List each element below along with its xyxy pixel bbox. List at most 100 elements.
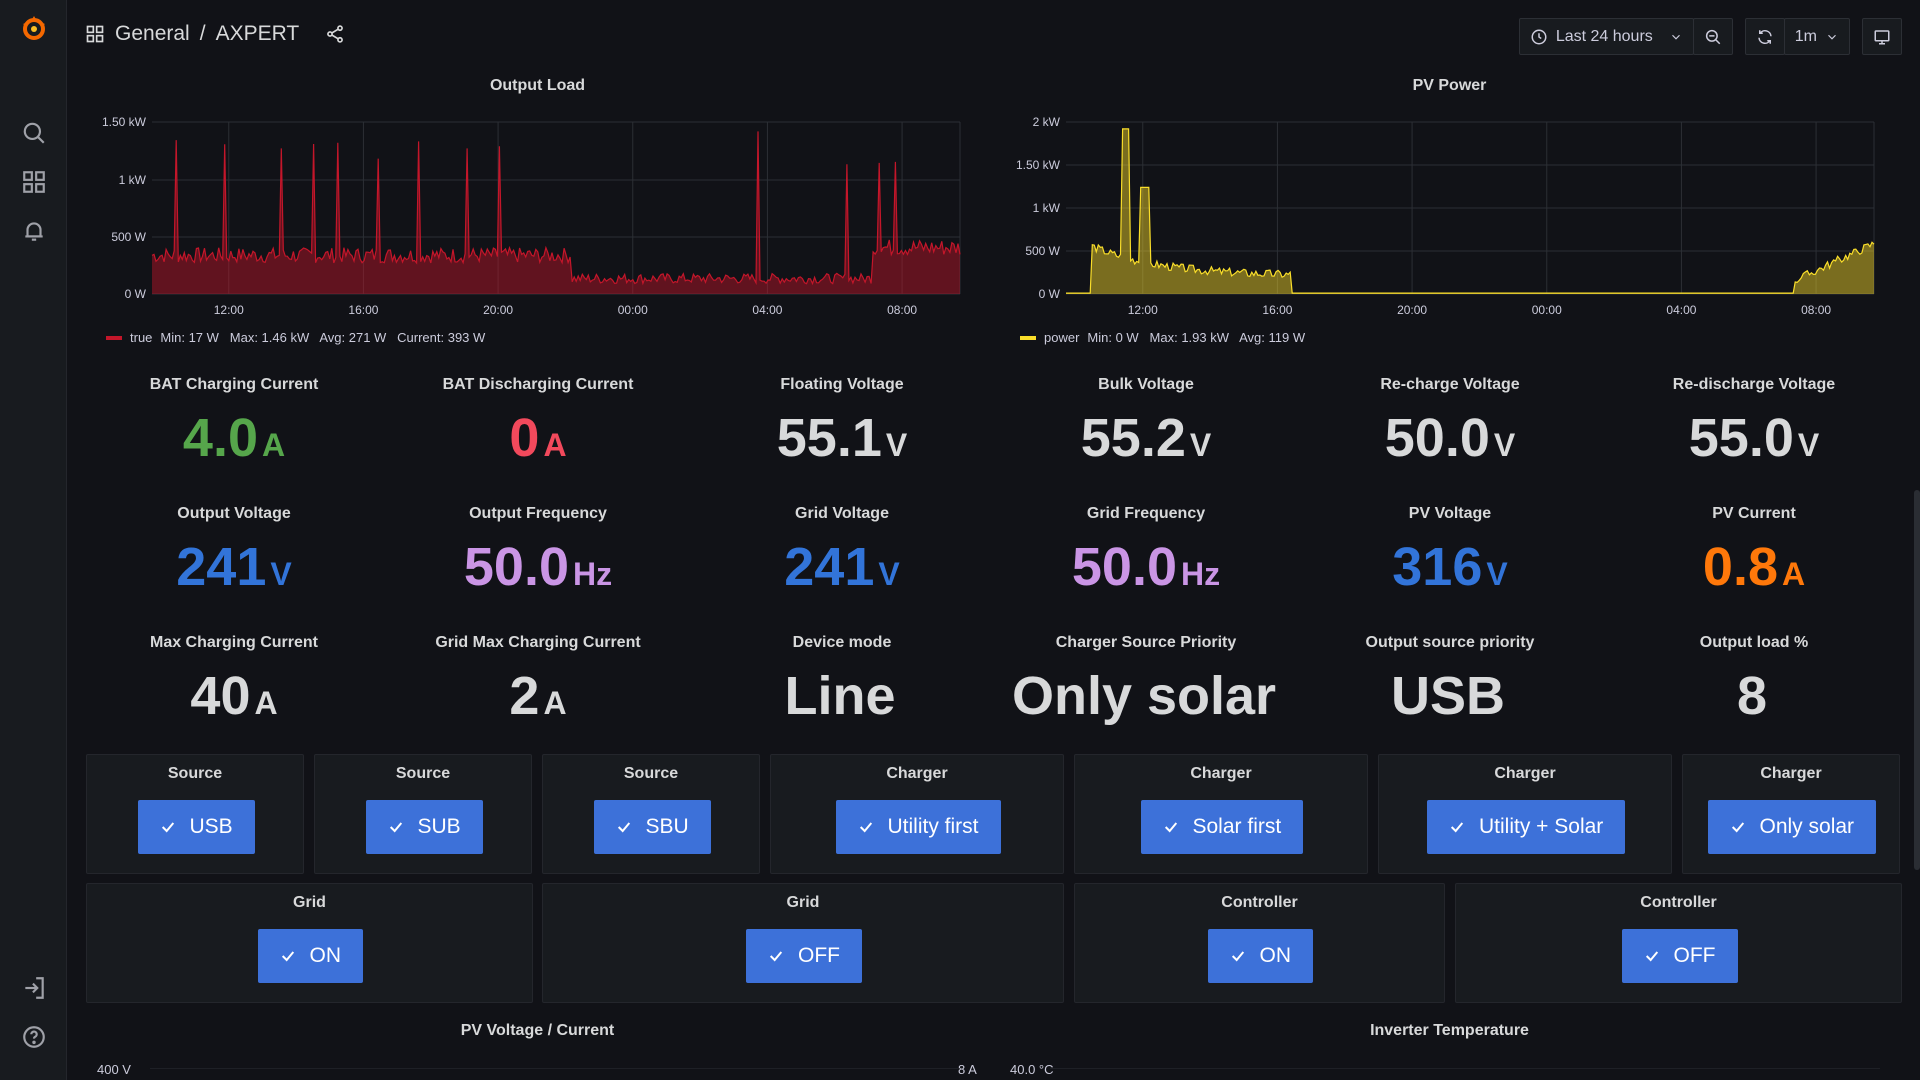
chevron-down-icon [1828,34,1836,40]
sign-in-icon[interactable] [21,975,47,1001]
zoom-out-button[interactable] [1692,18,1733,55]
stat-title: Floating Voltage [780,376,904,393]
stat-unit: V [1797,427,1820,463]
stat-panel: Device mode Line [692,634,992,733]
stat-value: 50.0 Hz [996,537,1296,604]
stat-unit: V [1486,556,1508,592]
graph-title: Inverter Temperature [1370,1022,1529,1039]
search-icon[interactable] [21,120,47,146]
check-icon [769,951,783,962]
set-mode-button[interactable]: ON [1207,929,1313,983]
stat-unit: Hz [1181,556,1221,592]
stat-panel: PV Voltage 316 V [1300,505,1600,604]
control-panel-title: Source [623,765,679,782]
stat-value: 55.0 V [1604,408,1904,475]
button-label: SUB [417,815,461,838]
button-label: ON [1259,944,1292,967]
bell-icon[interactable] [21,218,47,244]
dashboard-grid-icon [86,25,104,43]
stat-unit: V [1189,427,1212,463]
control-panel-title: Grid [293,894,326,911]
stat-title: Bulk Voltage [1098,376,1194,393]
set-mode-button[interactable]: Only solar [1707,800,1877,854]
y-tick-label: 2 kW [1033,115,1061,129]
stat-value: 241 V [84,537,384,604]
pv-power-graph[interactable]: 2 kW 1.50 kW 1 kW 500 W 0 W 12:00 16:00 20:00 00… [998,110,1901,320]
check-icon [1231,951,1244,962]
set-mode-button[interactable]: OFF [746,929,862,983]
stat-unit: A [261,427,286,463]
stat-value: 50.0 V [1300,408,1600,475]
output-load-graph[interactable]: 1.50 kW 1 kW 500 W 0 W 12:00 16:00 20:00 00:00 0… [86,110,989,320]
graph-legend[interactable]: true Min: 17 W Max: 1.46 kW Avg: 271 W C… [106,330,485,345]
check-icon [1164,822,1177,833]
stat-number: 241 [784,537,875,597]
set-mode-button[interactable]: Utility first [835,800,1001,854]
stat-title: PV Current [1712,505,1796,522]
legend-swatch [1020,335,1036,340]
stat-number: 316 [1392,537,1483,597]
set-mode-button[interactable]: USB [137,800,255,854]
stat-value: 316 V [1300,537,1600,604]
stat-value: 2A [388,666,688,733]
stat-unit: A [543,427,567,463]
sidebar [0,0,67,1080]
stat-value: 50.0 Hz [388,537,688,604]
help-icon[interactable] [21,1024,47,1050]
refresh-button[interactable] [1744,18,1785,55]
stat-title: PV Voltage [1408,505,1492,522]
button-label: Solar first [1192,815,1282,838]
stat-value: 40 A [84,666,384,733]
x-tick-label: 00:00 [618,303,648,317]
scrollbar[interactable] [1914,490,1920,870]
stat-number: 8 [1736,666,1768,726]
control-panel: Source SBU [542,754,760,874]
stat-panel: PV Current 0.8 A [1604,505,1904,604]
stat-panel: Grid Frequency 50.0 Hz [996,505,1296,604]
stat-value: USB [1300,666,1600,733]
stat-unit: A [543,685,567,721]
stat-title: Grid Voltage [795,505,889,522]
control-panel: Charger Utility first [770,754,1064,874]
refresh-interval-picker[interactable]: 1m [1783,18,1850,55]
stat-number: USB [1390,666,1505,726]
stat-number: 50.0 [1384,408,1490,468]
grafana-logo-icon[interactable] [18,12,50,44]
graph-legend[interactable]: power Min: 0 W Max: 1.93 kW Avg: 119 W [1020,330,1305,345]
button-label: ON [309,944,342,967]
set-mode-button[interactable]: Utility + Solar [1427,800,1626,854]
set-mode-button[interactable]: SBU [593,800,711,854]
set-mode-button[interactable]: ON [257,929,363,983]
button-label: OFF [1673,944,1716,967]
stat-number: 2 [509,666,540,726]
x-tick-label: 16:00 [348,303,378,317]
stat-panel: Output Voltage 241 V [84,505,384,604]
stat-title: Re-discharge Voltage [1672,376,1836,393]
control-panel-title: Charger [1190,765,1252,782]
set-mode-button[interactable]: SUB [365,800,483,854]
breadcrumb-dashboard[interactable]: AXPERT [216,22,300,46]
stat-panel: Grid Max Charging Current 2 A [388,634,688,733]
stat-number: 0.8 [1702,537,1778,597]
breadcrumb-folder[interactable]: General [115,22,190,46]
stat-panel: Output Frequency 50.0 Hz [388,505,688,604]
legend-series: true [130,330,153,345]
time-range-picker[interactable]: Last 24 hours [1518,18,1694,55]
set-mode-button[interactable]: Solar first [1140,800,1304,854]
dashboards-icon[interactable] [21,169,47,195]
stat-title: Device mode [792,634,892,651]
set-mode-button[interactable]: OFF [1621,929,1738,983]
monitor-icon [1874,29,1890,44]
check-icon [161,822,174,833]
stat-title: BAT Discharging Current [442,376,634,393]
y-axis-left-label: 400 V [97,1062,131,1077]
stat-number: Only solar [1011,666,1277,726]
y-tick-label: 1.50 kW [102,115,147,129]
legend-stats: Min: 0 W Max: 1.93 kW Avg: 119 W [1087,330,1306,345]
stat-title: Max Charging Current [149,634,318,651]
share-icon[interactable] [325,24,345,44]
check-icon [617,822,630,833]
stat-title: Grid Max Charging Current [435,634,641,651]
tv-mode-button[interactable] [1862,18,1902,55]
check-icon [1645,951,1658,962]
